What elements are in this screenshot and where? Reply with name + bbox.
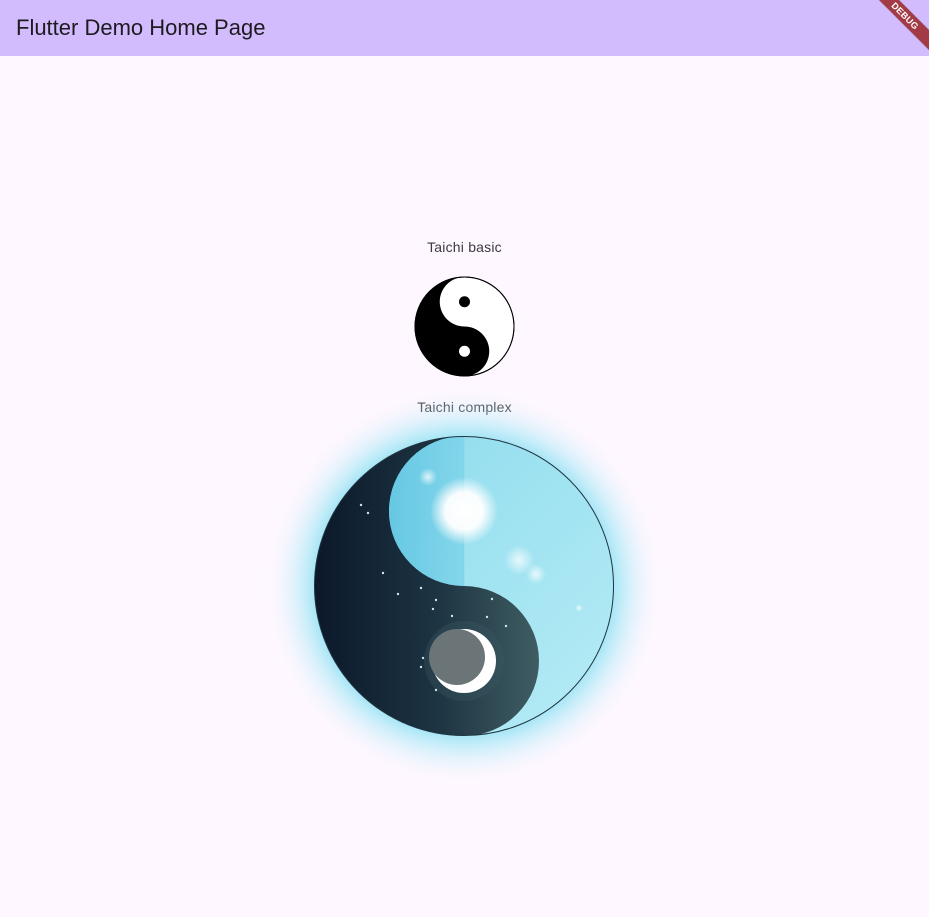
app-bar: Flutter Demo Home Page — [0, 0, 929, 56]
taichi-basic-caption: Taichi basic — [427, 239, 502, 255]
moon-shadow — [429, 629, 485, 685]
taichi-complex-svg — [264, 386, 664, 786]
taichi-basic-yin-dot — [459, 296, 470, 308]
taichi-complex-symbol — [264, 386, 664, 786]
taichi-basic-symbol — [414, 276, 515, 377]
taichi-basic-yang-dot — [459, 345, 470, 357]
app-bar-title: Flutter Demo Home Page — [16, 15, 266, 40]
light-orb-icon — [526, 564, 546, 584]
taichi-basic-svg — [414, 276, 515, 377]
page-body: Taichi basic Taichi complex — [0, 56, 929, 917]
sparkle-icon — [419, 468, 437, 486]
light-orb-icon — [575, 604, 583, 612]
sun-icon — [430, 477, 498, 545]
